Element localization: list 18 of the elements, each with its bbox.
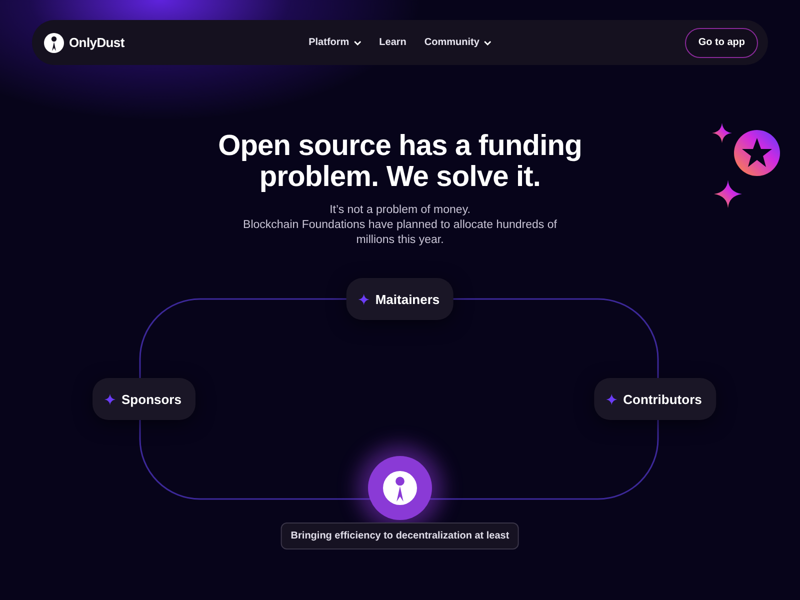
- nav-link[interactable]: Platform: [308, 37, 362, 48]
- chevron-down-icon: [353, 40, 362, 46]
- hero-subtitle: It’s not a problem of money. Blockchain Foundations have planned to allocate hundreds of millions this year.: [242, 203, 558, 248]
- chevron-down-icon: [483, 40, 492, 46]
- logo-icon: [383, 471, 417, 505]
- nav-link[interactable]: Learn: [379, 37, 406, 48]
- go-to-app-button[interactable]: Go to app: [685, 28, 758, 58]
- diagram-node: Maitainers: [346, 278, 454, 320]
- sparkle-icon: [358, 294, 370, 304]
- sparkle-icon: [104, 394, 116, 404]
- diagram-node: Contributors: [594, 378, 716, 420]
- hero-title: Open source has a funding problem. We solve it.: [217, 131, 583, 193]
- nav-link[interactable]: Community: [424, 37, 492, 48]
- sparkle-icon: [606, 394, 618, 404]
- brand-name: OnlyDust: [69, 35, 124, 50]
- diagram-node: Sponsors: [92, 378, 196, 420]
- diagram-caption: Bringing efficiency to decentralization at least: [280, 522, 520, 550]
- logo-icon: [44, 32, 64, 52]
